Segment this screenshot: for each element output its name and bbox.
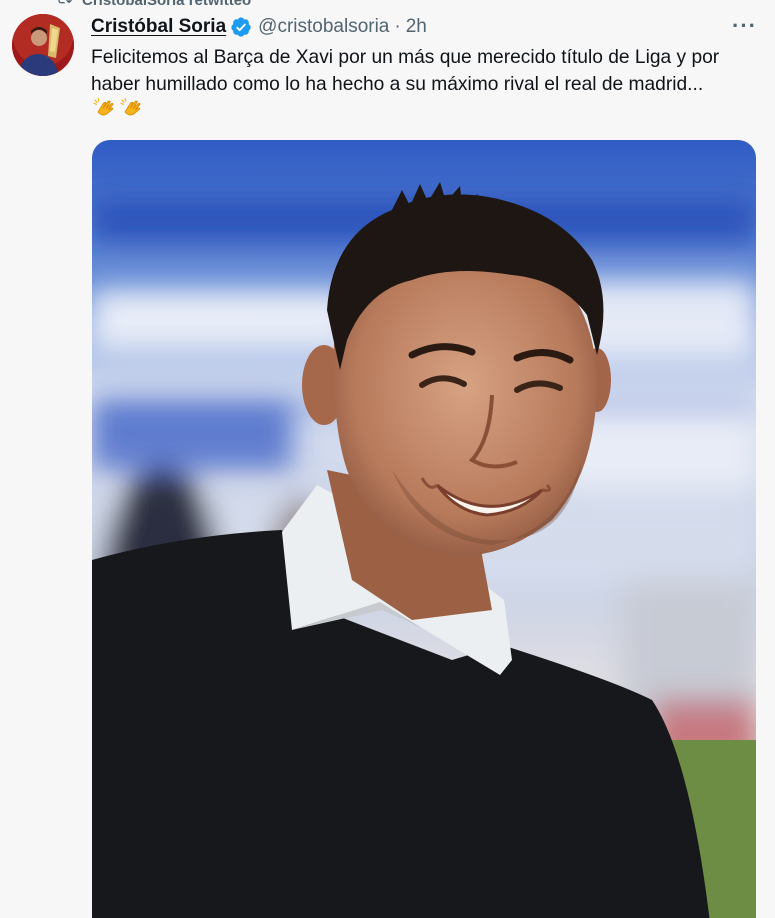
tweet-text-line-2: haber humillado como lo ha hecho a su má… bbox=[91, 74, 704, 95]
retweet-context[interactable]: CristobalSoria retwitteó bbox=[56, 0, 251, 9]
emoji-row bbox=[92, 97, 144, 127]
tweet-photo[interactable] bbox=[92, 140, 756, 918]
author-handle[interactable]: @cristobalsoria bbox=[258, 16, 389, 38]
header-separator: · bbox=[394, 16, 401, 37]
tweet-text: Felicitemos al Barça de Xavi por un más … bbox=[91, 44, 757, 98]
more-options-button[interactable]: ··· bbox=[732, 14, 757, 38]
avatar[interactable] bbox=[12, 14, 74, 76]
verified-badge-icon[interactable] bbox=[230, 16, 252, 38]
tweet-header: Cristóbal Soria @cristobalsoria · 2h ··· bbox=[91, 14, 757, 40]
clapping-hands-icon bbox=[119, 97, 144, 127]
tweet-timestamp[interactable]: 2h bbox=[406, 16, 427, 38]
retweet-icon bbox=[56, 0, 72, 10]
retweet-text: CristobalSoria retwitteó bbox=[82, 0, 252, 9]
tweet-text-line-1: Felicitemos al Barça de Xavi por un más … bbox=[91, 47, 720, 68]
clapping-hands-icon bbox=[92, 97, 117, 127]
tweet-card[interactable]: CristobalSoria retwitteó Cristóbal Soria… bbox=[0, 0, 775, 918]
author-name[interactable]: Cristóbal Soria bbox=[91, 16, 226, 38]
